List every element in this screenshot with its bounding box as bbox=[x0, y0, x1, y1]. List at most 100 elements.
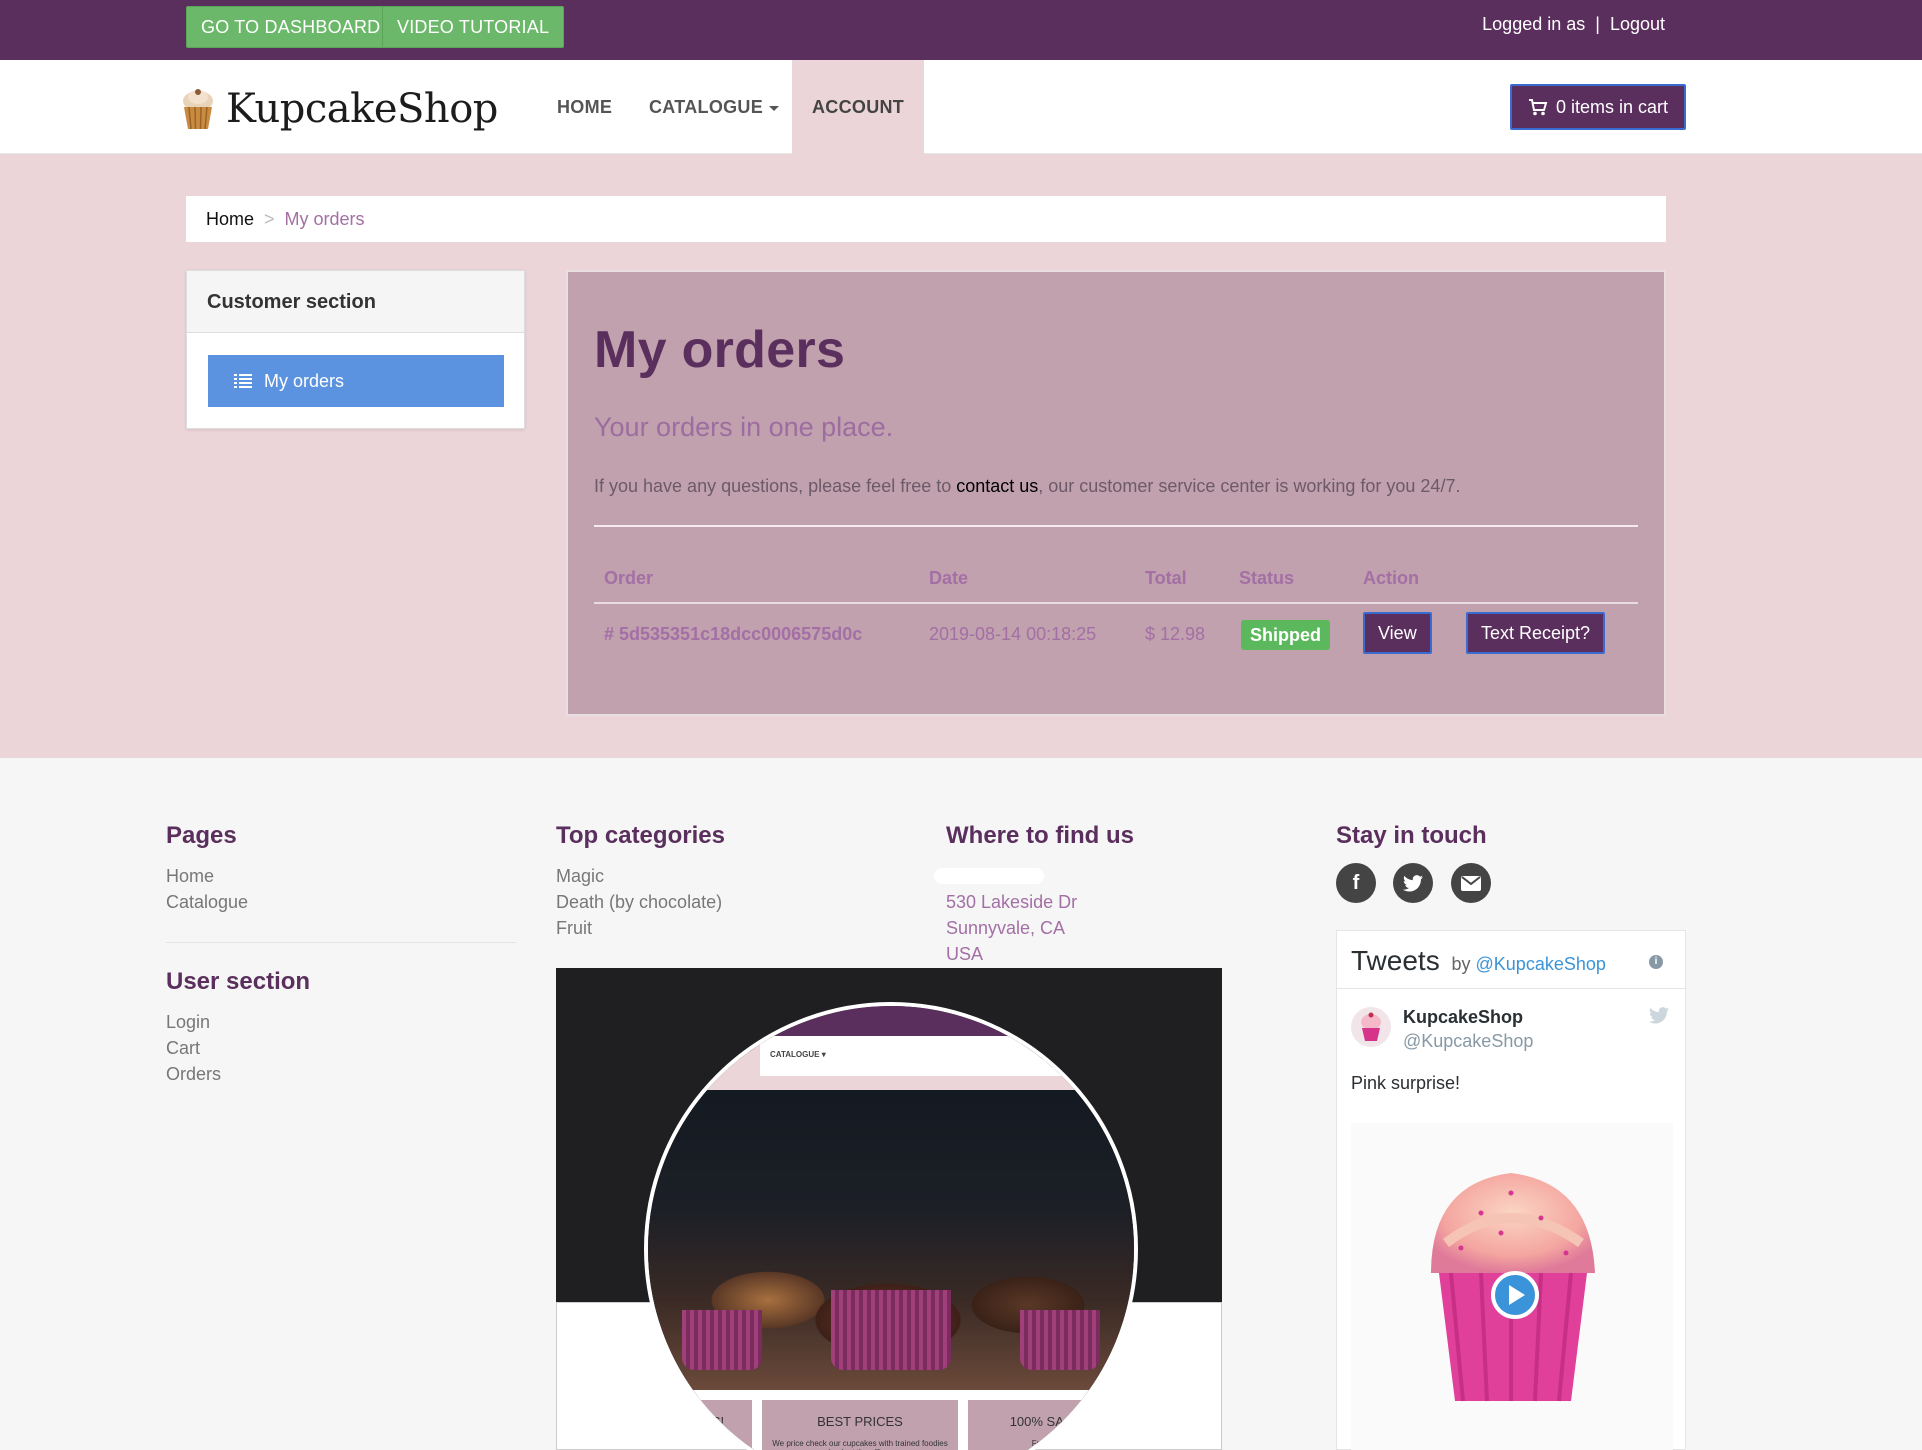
preview-card: AKES! e Day is bbox=[658, 1400, 752, 1450]
help-text: If you have any questions, please feel f… bbox=[594, 476, 1460, 497]
order-date: 2019-08-14 00:18:25 bbox=[929, 624, 1097, 644]
tweets-title: Tweets bbox=[1351, 945, 1440, 976]
preview-card: BEST PRICES We price check our cupcakes w… bbox=[762, 1400, 958, 1450]
tweets-handle-link[interactable]: @KupcakeShop bbox=[1476, 954, 1606, 974]
tweet-video[interactable] bbox=[1351, 1123, 1673, 1450]
nav-catalogue-label: CATALOGUE bbox=[649, 97, 764, 117]
cart-label: 0 items in cart bbox=[1555, 97, 1668, 117]
twitter-icon[interactable] bbox=[1393, 863, 1433, 903]
page-title: My orders bbox=[594, 321, 846, 379]
logout-link[interactable]: Logout bbox=[1610, 14, 1665, 34]
facebook-icon[interactable]: f bbox=[1336, 863, 1376, 903]
footer-link-orders[interactable]: Orders bbox=[166, 1064, 221, 1085]
preview-card-text: Free retu bbox=[1031, 1439, 1065, 1448]
email-icon[interactable] bbox=[1451, 863, 1491, 903]
breadcrumb-separator: > bbox=[264, 208, 275, 229]
footer-link-cart[interactable]: Cart bbox=[166, 1038, 200, 1059]
tweet-author-name[interactable]: KupcakeShop bbox=[1403, 1007, 1523, 1028]
separator: | bbox=[1595, 14, 1600, 34]
preview-card-text: We price check our cupcakes with trained… bbox=[772, 1439, 948, 1450]
footer: Pages Home Catalogue User section Login … bbox=[0, 758, 1922, 1450]
logged-in-label: Logged in as bbox=[1482, 14, 1586, 34]
list-icon bbox=[234, 374, 252, 388]
preview-card-text: e Day is bbox=[690, 1439, 720, 1448]
tweet-author-handle[interactable]: @KupcakeShop bbox=[1403, 1031, 1533, 1052]
table-header-divider bbox=[594, 602, 1638, 604]
video-tutorial-button[interactable]: VIDEO TUTORIAL bbox=[382, 6, 565, 48]
help-suffix: , our customer service center is working… bbox=[1038, 476, 1461, 496]
footer-categories-title: Top categories bbox=[556, 822, 725, 849]
brand-name: KupcakeShop bbox=[226, 86, 498, 132]
footer-user-section-title: User section bbox=[166, 968, 311, 995]
caret-down-icon bbox=[769, 105, 780, 111]
footer-divider bbox=[166, 942, 516, 943]
preview-card-title: BEST PRICES bbox=[817, 1414, 903, 1429]
view-order-button[interactable]: View bbox=[1363, 612, 1432, 654]
preview-feature-cards: AKES! e Day is BEST PRICES We price check … bbox=[648, 1390, 1134, 1450]
cupcake-image bbox=[682, 1310, 763, 1370]
nav-account[interactable]: ACCOUNT bbox=[792, 60, 925, 154]
sidebar-item-my-orders[interactable]: My orders bbox=[208, 355, 504, 407]
footer-link-home[interactable]: Home bbox=[166, 866, 214, 887]
breadcrumb: Home > My orders bbox=[186, 196, 1666, 242]
contact-us-link[interactable]: contact us bbox=[956, 476, 1038, 496]
footer-pages-title: Pages bbox=[166, 822, 237, 849]
login-info: Logged in as | Logout bbox=[1482, 0, 1665, 48]
address-city: Sunnyvale, CA bbox=[946, 918, 1066, 938]
help-prefix: If you have any questions, please feel f… bbox=[594, 476, 957, 496]
footer-where-title: Where to find us bbox=[946, 822, 1134, 849]
footer-link-login[interactable]: Login bbox=[166, 1012, 210, 1033]
order-id-link[interactable]: # 5d535351c18dcc0006575d0c bbox=[604, 624, 862, 645]
preview-card-title: 100% SA GU bbox=[1009, 1414, 1087, 1429]
cupcake-image bbox=[830, 1290, 951, 1370]
footer-touch-title: Stay in touch bbox=[1336, 822, 1487, 849]
customer-section-panel: Customer section My orders bbox=[186, 270, 525, 429]
magnifier-lens: CATALOGUE ▾ AKES! e Day is BEST PRICES We … bbox=[644, 1002, 1138, 1450]
admin-topbar: GO TO DASHBOARD VIDEO TUTORIAL Logged in… bbox=[0, 0, 1922, 60]
preview-card-title: AKES! bbox=[685, 1414, 725, 1429]
page-subtitle: Your orders in one place. bbox=[594, 412, 894, 442]
main-content: Home > My orders Customer section My ord… bbox=[0, 154, 1922, 758]
column-header-order: Order bbox=[604, 568, 654, 588]
text-receipt-button[interactable]: Text Receipt? bbox=[1466, 612, 1606, 654]
column-header-status: Status bbox=[1239, 568, 1295, 588]
nav-catalogue[interactable]: CATALOGUE bbox=[649, 60, 780, 154]
avatar[interactable] bbox=[1351, 1007, 1391, 1047]
envelope-icon bbox=[1461, 875, 1481, 891]
preview-navbar: CATALOGUE ▾ bbox=[648, 1036, 1134, 1090]
footer-category-death[interactable]: Death (by chocolate) bbox=[556, 892, 722, 913]
status-badge: Shipped bbox=[1241, 620, 1330, 650]
divider bbox=[594, 525, 1638, 527]
go-to-dashboard-button[interactable]: GO TO DASHBOARD bbox=[186, 6, 396, 48]
brand-logo[interactable]: KupcakeShop bbox=[180, 84, 498, 134]
footer-link-catalogue[interactable]: Catalogue bbox=[166, 892, 248, 913]
order-total: $ 12.98 bbox=[1145, 624, 1206, 644]
info-icon[interactable]: i bbox=[1649, 955, 1663, 969]
tweets-header: Tweets by @KupcakeShop i bbox=[1337, 931, 1685, 989]
tweet-text: Pink surprise! bbox=[1351, 1073, 1461, 1093]
video-thumbnail[interactable]: CATALOGUE ▾ AKES! e Day is BEST PRICES We … bbox=[556, 968, 1222, 1450]
cupcake-logo-icon bbox=[183, 89, 213, 130]
orders-panel: My orders Your orders in one place. If y… bbox=[566, 270, 1666, 716]
play-icon[interactable] bbox=[1491, 1271, 1539, 1319]
twitter-timeline-widget: Tweets by @KupcakeShop i KupcakeShop @Ku… bbox=[1336, 930, 1686, 1450]
twitter-bird-icon bbox=[1649, 1007, 1669, 1029]
twitter-bird-icon bbox=[1403, 874, 1423, 891]
preview-topbar bbox=[648, 1006, 1134, 1036]
redacted-address-line bbox=[934, 868, 1044, 884]
address-country: USA bbox=[946, 944, 984, 964]
tweets-by: by @KupcakeShop bbox=[1451, 954, 1605, 974]
footer-category-magic[interactable]: Magic bbox=[556, 866, 604, 887]
cupcake-avatar-icon bbox=[1361, 1012, 1381, 1041]
cupcake-row bbox=[648, 1250, 1134, 1370]
nav-home[interactable]: HOME bbox=[557, 60, 612, 154]
preview-nav-catalogue: CATALOGUE ▾ bbox=[760, 1036, 1120, 1076]
footer-category-fruit[interactable]: Fruit bbox=[556, 918, 592, 939]
column-header-total: Total bbox=[1145, 568, 1187, 588]
breadcrumb-home[interactable]: Home bbox=[206, 209, 254, 230]
column-header-action: Action bbox=[1363, 568, 1419, 588]
sidebar-item-label: My orders bbox=[264, 370, 345, 391]
cart-button[interactable]: 0 items in cart bbox=[1509, 84, 1686, 130]
column-header-date: Date bbox=[929, 568, 969, 588]
breadcrumb-current: My orders bbox=[284, 208, 365, 229]
